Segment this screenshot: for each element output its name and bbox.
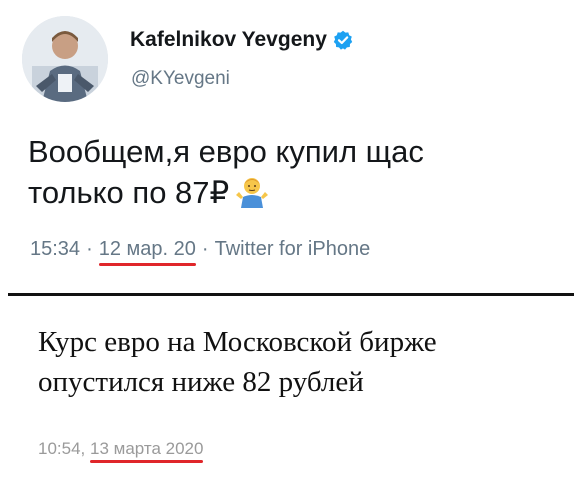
red-underline-news	[90, 460, 204, 463]
tweet-time[interactable]: 15:34	[30, 238, 80, 260]
tweet-text-line2: только по 87₽	[28, 175, 230, 210]
news-headline-line2: опустился ниже 82 рублей	[38, 366, 364, 398]
tweet-date[interactable]: 12 мар. 20	[98, 238, 196, 266]
news-headline[interactable]: Курс евро на Московской бирже опустился …	[38, 322, 558, 402]
red-underline	[98, 263, 196, 266]
news-meta: 10:54, 13 марта 2020	[38, 439, 204, 463]
tweet-text-line1: Вообщем,я евро купил щас	[28, 134, 424, 169]
verified-badge-icon	[333, 30, 353, 50]
tweet-date-text: 12 мар. 20	[98, 238, 196, 260]
news-date: 13 марта 2020	[90, 439, 204, 463]
meta-separator: ·	[86, 238, 93, 260]
news-time: 10:54,	[38, 439, 86, 458]
section-divider	[8, 293, 574, 296]
tweet-meta: 15:34 · 12 мар. 20 · Twitter for iPhone	[30, 238, 371, 266]
man-shrugging-emoji	[236, 178, 269, 208]
author-handle[interactable]: @KYevgeni	[131, 68, 230, 90]
author-row: Kafelnikov Yevgeny	[130, 28, 353, 52]
news-headline-line1: Курс евро на Московской бирже	[38, 326, 437, 358]
tweet-source[interactable]: Twitter for iPhone	[215, 238, 371, 260]
avatar-image	[22, 16, 108, 102]
author-name[interactable]: Kafelnikov Yevgeny	[130, 28, 327, 52]
news-date-text: 13 марта 2020	[90, 439, 204, 458]
tweet-card: Kafelnikov Yevgeny @KYevgeni Вообщем,я е…	[0, 0, 585, 290]
avatar[interactable]	[22, 16, 108, 102]
tweet-text: Вообщем,я евро купил щас только по 87₽	[28, 131, 558, 213]
meta-separator-2: ·	[201, 238, 209, 260]
